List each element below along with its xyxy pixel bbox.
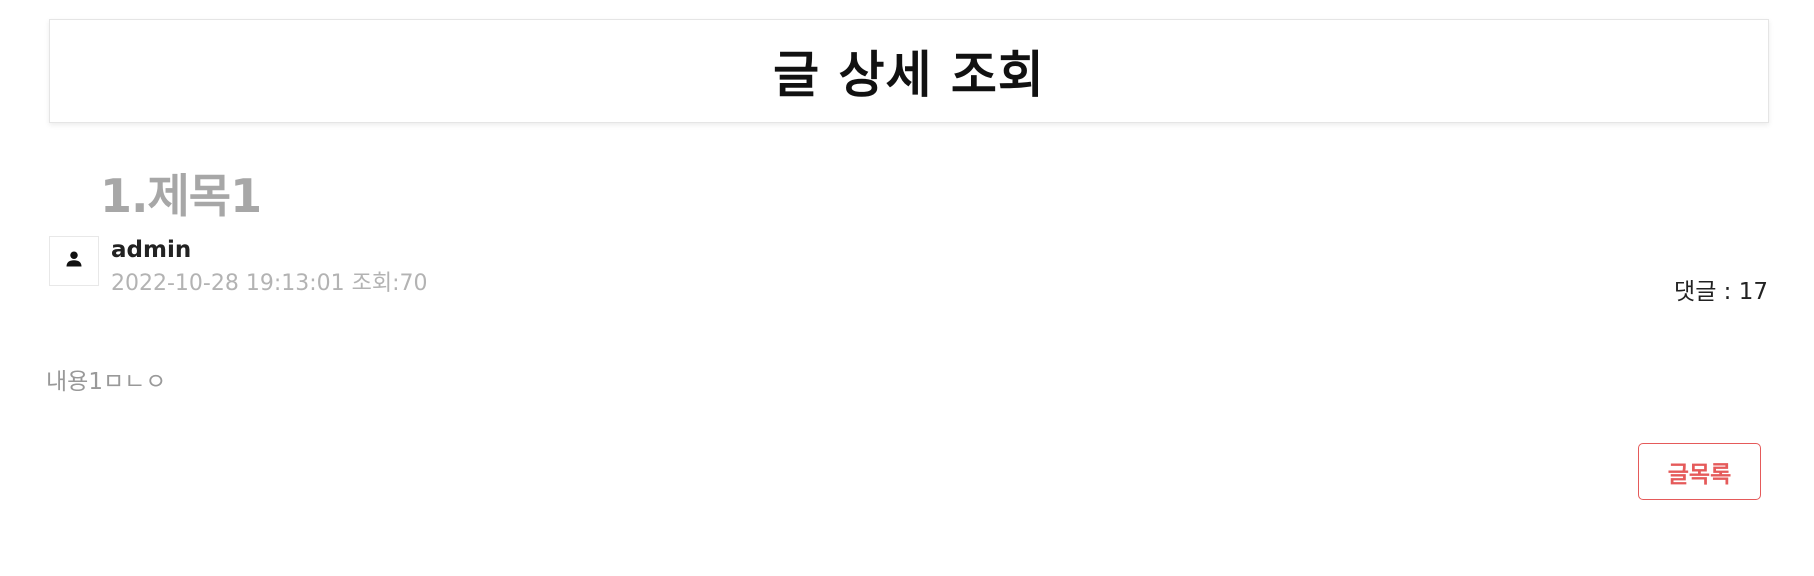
- list-button[interactable]: 글목록: [1638, 443, 1761, 500]
- avatar: [49, 236, 99, 286]
- page-container: 글 상세 조회: [49, 19, 1769, 123]
- page-header: 글 상세 조회: [49, 19, 1769, 123]
- post-content: 내용1ㅁㄴㅇ: [46, 369, 167, 395]
- post-meta: 2022-10-28 19:13:01 조회:70: [111, 271, 428, 296]
- author-block: admin 2022-10-28 19:13:01 조회:70: [49, 236, 428, 298]
- author-name: admin: [111, 237, 192, 263]
- author-meta: admin 2022-10-28 19:13:01 조회:70: [111, 236, 428, 298]
- user-icon: [64, 249, 84, 273]
- post-title: 1.제목1: [100, 169, 262, 223]
- comment-count: 댓글 : 17: [1674, 279, 1768, 305]
- page-title: 글 상세 조회: [773, 46, 1045, 104]
